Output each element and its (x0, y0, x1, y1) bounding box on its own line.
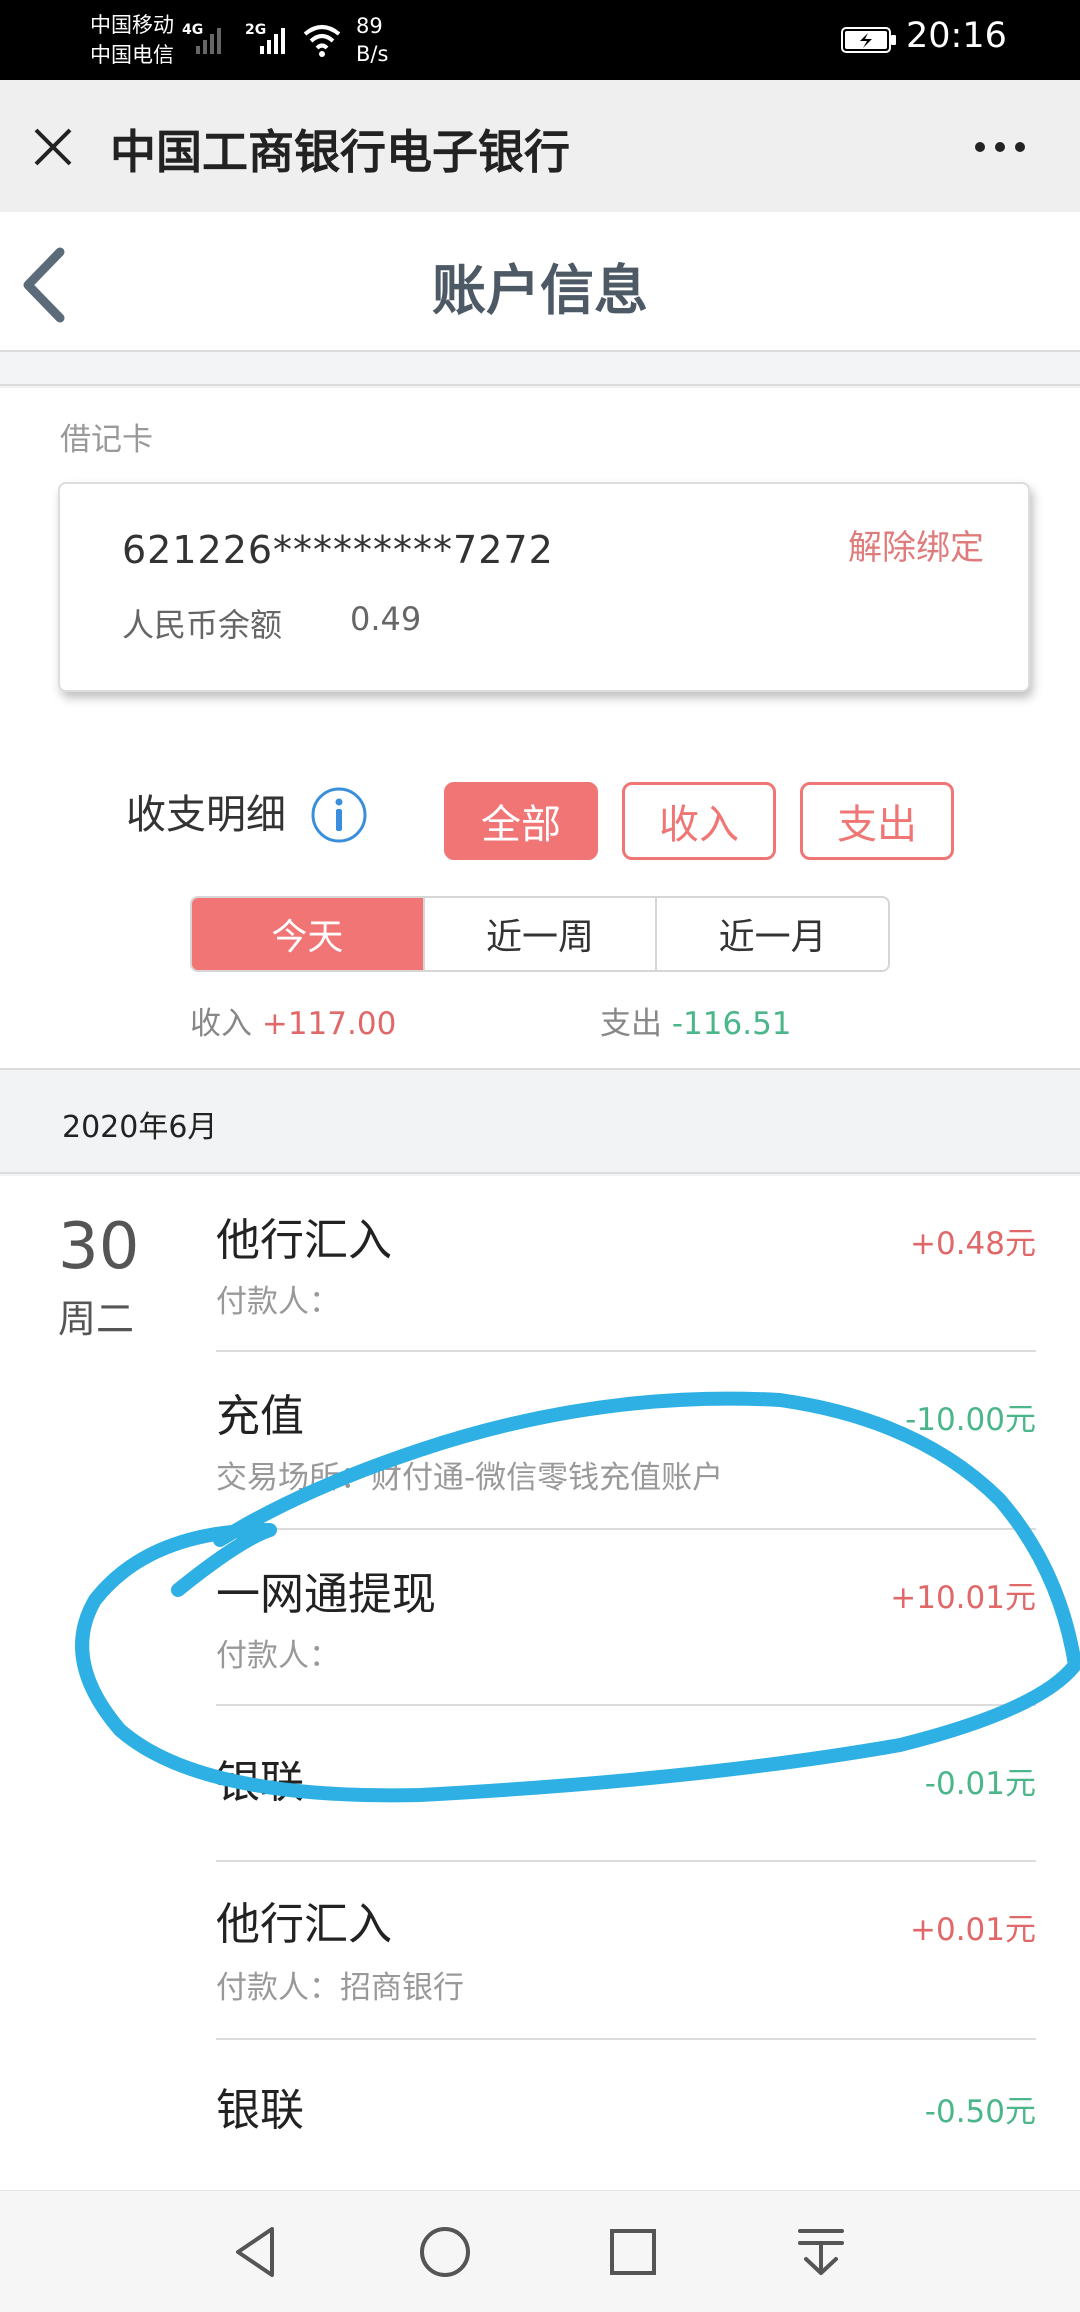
expense-total: -116.51 (671, 1006, 792, 1042)
card-type-label: 借记卡 (60, 422, 153, 458)
bank-card[interactable]: 621226*********7272 解除绑定 人民币余额 0.49 (58, 482, 1030, 692)
wifi-icon (303, 25, 341, 57)
signal-icon (260, 22, 285, 54)
status-bar: 中国移动 中国电信 4G 2G 89 B/s 20:16 (0, 0, 1080, 80)
nav-recents-icon[interactable] (600, 2219, 666, 2285)
more-dots-icon[interactable] (975, 132, 1035, 162)
transaction-title: 他行汇入 (216, 1899, 392, 1950)
transaction-title: 他行汇入 (216, 1215, 392, 1266)
filter-all-button[interactable]: 全部 (444, 782, 598, 860)
transaction-detail: 付款人：招商银行 (216, 1970, 464, 2006)
carrier-names: 中国移动 中国电信 (90, 10, 174, 70)
transaction-amount: -0.01元 (924, 1766, 1036, 1802)
unbind-button[interactable]: 解除绑定 (848, 520, 984, 569)
transaction-detail: 付款人： (216, 1284, 340, 1320)
transaction-row[interactable]: 银联 -0.50元 (216, 2040, 1036, 2190)
transaction-amount: +0.01元 (910, 1912, 1036, 1948)
nav-pulldown-icon[interactable] (788, 2219, 854, 2285)
divider (0, 354, 1080, 386)
transaction-list: 30 周二 他行汇入 付款人： +0.48元 充值 交易场所：财付通-微信零钱充… (0, 1176, 1080, 2190)
transaction-row[interactable]: 银联 -0.01元 (216, 1706, 1036, 1862)
period-selector: 今天 近一周 近一月 (190, 896, 890, 972)
battery-charging-icon (841, 27, 896, 53)
clock: 20:16 (906, 16, 1007, 56)
transaction-detail: 付款人： (216, 1638, 340, 1674)
info-icon[interactable] (310, 786, 368, 844)
transaction-amount: -10.00元 (905, 1402, 1036, 1438)
transaction-amount: +10.01元 (890, 1580, 1036, 1616)
income-summary: 收入 +117.00 (190, 1006, 397, 1042)
transaction-amount: +0.48元 (910, 1226, 1036, 1262)
details-label: 收支明细 (126, 792, 286, 838)
filter-expense-button[interactable]: 支出 (800, 782, 954, 860)
transaction-row[interactable]: 一网通提现 付款人： +10.01元 (216, 1530, 1036, 1706)
filter-income-button[interactable]: 收入 (622, 782, 776, 860)
transaction-detail: 交易场所：财付通-微信零钱充值账户 (216, 1460, 724, 1496)
nav-back-icon[interactable] (222, 2219, 288, 2285)
signal-icon (196, 22, 221, 54)
transaction-row[interactable]: 他行汇入 付款人：招商银行 +0.01元 (216, 1862, 1036, 2040)
day-number: 30 (58, 1210, 140, 1284)
webview-title: 中国工商银行电子银行 (110, 125, 570, 179)
month-header: 2020年6月 (0, 1072, 1080, 1174)
period-week-tab[interactable]: 近一周 (422, 898, 656, 970)
carrier-1: 中国移动 (90, 13, 174, 37)
day-weekday: 周二 (58, 1297, 135, 1341)
transaction-row[interactable]: 充值 交易场所：财付通-微信零钱充值账户 -10.00元 (216, 1352, 1036, 1530)
page-title: 账户信息 (432, 259, 648, 322)
transaction-title: 充值 (216, 1391, 304, 1442)
month-label: 2020年6月 (62, 1110, 218, 1145)
webview-title-bar: 中国工商银行电子银行 (0, 80, 1080, 212)
transaction-title: 银联 (216, 1757, 304, 1808)
network-speed: 89 B/s (356, 14, 389, 66)
card-number: 621226*********7272 (122, 528, 554, 572)
period-month-tab[interactable]: 近一月 (655, 898, 888, 970)
close-icon[interactable] (28, 122, 78, 172)
transaction-title: 一网通提现 (216, 1569, 436, 1620)
transaction-amount: -0.50元 (924, 2094, 1036, 2130)
balance-label: 人民币余额 (122, 606, 283, 644)
carrier-2: 中国电信 (90, 43, 174, 67)
balance-value: 0.49 (350, 600, 422, 638)
income-total: +117.00 (261, 1006, 397, 1042)
account-section: 借记卡 621226*********7272 解除绑定 人民币余额 0.49 … (0, 388, 1080, 1070)
transaction-title: 银联 (216, 2085, 304, 2136)
nav-home-icon[interactable] (412, 2219, 478, 2285)
period-today-tab[interactable]: 今天 (192, 898, 423, 970)
expense-summary: 支出 -116.51 (600, 1006, 792, 1042)
transaction-row[interactable]: 他行汇入 付款人： +0.48元 (216, 1176, 1036, 1352)
system-nav-bar (0, 2190, 1080, 2312)
page-header: 账户信息 (0, 212, 1080, 352)
